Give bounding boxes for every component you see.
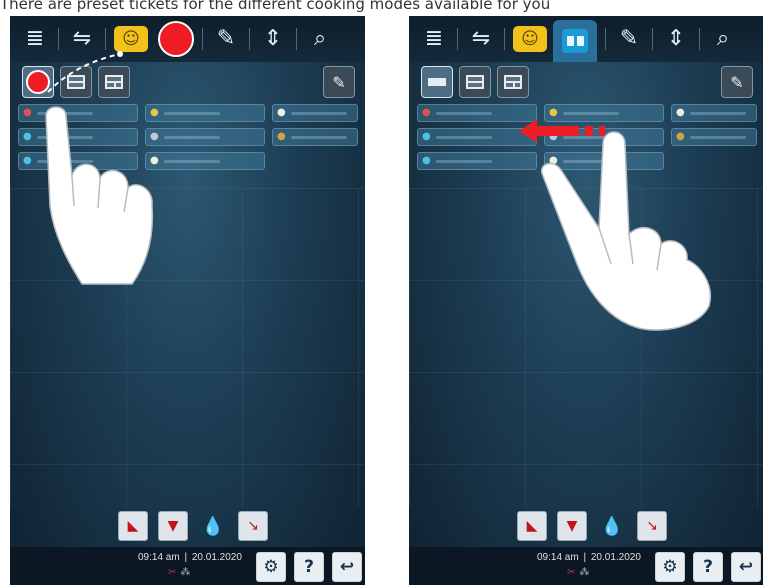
status-clock: 09:14 am | 20.01.2020 xyxy=(537,552,641,563)
humidity-icon[interactable]: 💧 xyxy=(597,511,627,541)
help-button[interactable]: ? xyxy=(693,552,723,582)
status-time: 09:14 am xyxy=(138,552,180,563)
help-button[interactable]: ? xyxy=(294,552,324,582)
filter-icon[interactable]: ⇋ xyxy=(466,24,496,54)
top-navigation-bar: ≣ ⇋ ☺ ✎ ⇕ ⌕ xyxy=(409,16,763,62)
settings-button[interactable]: ⚙ xyxy=(655,552,685,582)
divider xyxy=(202,28,203,50)
gear-icon: ⚙ xyxy=(662,557,678,577)
ticket[interactable]: ● xyxy=(272,104,358,122)
divider xyxy=(504,28,505,50)
gear-icon: ⚙ xyxy=(263,557,279,577)
divider xyxy=(699,28,700,50)
view-quad-button[interactable] xyxy=(497,66,529,98)
height-icon[interactable]: ⇕ xyxy=(258,24,288,54)
status-bar: 09:14 am | 20.01.2020 ✂ ⁂ ⚙ ? ↩ xyxy=(10,547,365,585)
settings-button[interactable]: ⚙ xyxy=(256,552,286,582)
cooking-tools-bar: ◣ ▼ 💧 ↘ xyxy=(517,511,667,541)
ticket-label-placeholder xyxy=(290,135,347,139)
divider xyxy=(249,28,250,50)
unload-button[interactable]: ↘ xyxy=(637,511,667,541)
egg-icon: ● xyxy=(277,107,286,118)
status-date: 20.01.2020 xyxy=(191,552,242,563)
swipe-hand-icon xyxy=(540,131,712,331)
meat-icon: ● xyxy=(23,107,32,118)
cooking-tools-bar: ◣ ▼ 💧 ↘ xyxy=(118,511,268,541)
ticket-label-placeholder xyxy=(163,159,220,163)
highlight-marker[interactable] xyxy=(158,21,194,57)
fan-icon: ⁂ xyxy=(180,567,191,578)
edit-icon[interactable]: ✎ xyxy=(614,24,644,54)
view-single-button[interactable] xyxy=(421,66,453,98)
search-icon[interactable]: ⌕ xyxy=(305,24,335,54)
ticket-label-placeholder xyxy=(562,111,619,115)
height-icon[interactable]: ⇕ xyxy=(661,24,691,54)
back-icon: ↩ xyxy=(339,557,355,577)
ticket[interactable]: ● xyxy=(272,128,358,146)
auto-preheat-button[interactable]: ◣ xyxy=(517,511,547,541)
status-separator: | xyxy=(583,552,587,563)
scissors-icon: ✂ xyxy=(567,567,576,578)
chef-mode-button[interactable]: ☺ xyxy=(513,26,547,52)
chef-icon: ☺ xyxy=(521,29,539,49)
fish-icon: ● xyxy=(422,155,431,166)
bakery-icon: ● xyxy=(277,131,286,142)
tab-tickets[interactable] xyxy=(553,20,597,62)
ticket-label-placeholder xyxy=(290,111,347,115)
meat-icon: ● xyxy=(422,107,431,118)
status-icons: ✂ ⁂ xyxy=(567,567,589,578)
single-view-icon xyxy=(428,78,446,86)
device-screen-left: ≣ ⇋ ☺ ✎ ⇕ ⌕ ✎ ● ● ● ● ● ● ● ● ◣ ▼ � xyxy=(10,16,365,585)
scissors-icon: ✂ xyxy=(168,567,177,578)
tickets-icon xyxy=(562,29,588,53)
status-time: 09:14 am xyxy=(537,552,579,563)
back-button[interactable]: ↩ xyxy=(332,552,362,582)
edit-button[interactable]: ✎ xyxy=(323,66,355,98)
divider xyxy=(296,28,297,50)
fish-icon: ● xyxy=(422,131,431,142)
view-switcher xyxy=(421,66,529,98)
humidity-icon[interactable]: 💧 xyxy=(198,511,228,541)
tapping-hand-icon xyxy=(45,106,154,285)
ticket[interactable]: ● xyxy=(417,152,537,170)
divider xyxy=(457,28,458,50)
device-screen-right: ≣ ⇋ ☺ ✎ ⇕ ⌕ ✎ ● ● ● ● ● ● ● ● ◣ ▼ 💧 ↘ 09… xyxy=(409,16,763,585)
fan-icon: ⁂ xyxy=(579,567,590,578)
menu-icon[interactable]: ≣ xyxy=(419,24,449,54)
ticket-label-placeholder xyxy=(689,111,746,115)
status-separator: | xyxy=(184,552,188,563)
search-icon[interactable]: ⌕ xyxy=(708,24,738,54)
instruction-caption: There are preset tickets for the differe… xyxy=(0,0,551,13)
status-date: 20.01.2020 xyxy=(590,552,641,563)
unload-button[interactable]: ↘ xyxy=(238,511,268,541)
back-icon: ↩ xyxy=(738,557,754,577)
back-button[interactable]: ↩ xyxy=(731,552,761,582)
load-button[interactable]: ▼ xyxy=(557,511,587,541)
divider xyxy=(605,28,606,50)
tap-guide-arrow xyxy=(47,51,123,93)
status-bar: 09:14 am | 20.01.2020 ✂ ⁂ ⚙ ? ↩ xyxy=(409,547,763,585)
edit-button[interactable]: ✎ xyxy=(721,66,753,98)
edit-icon[interactable]: ✎ xyxy=(211,24,241,54)
status-clock: 09:14 am | 20.01.2020 xyxy=(138,552,242,563)
ticket[interactable]: ● xyxy=(671,104,757,122)
auto-preheat-button[interactable]: ◣ xyxy=(118,511,148,541)
split-view-icon xyxy=(466,75,484,89)
quad-view-icon xyxy=(504,75,522,89)
load-button[interactable]: ▼ xyxy=(158,511,188,541)
fish-icon: ● xyxy=(23,131,32,142)
ticket-label-placeholder xyxy=(435,159,492,163)
status-icons: ✂ ⁂ xyxy=(168,567,190,578)
ticket-label-placeholder xyxy=(435,111,492,115)
ticket-label-placeholder xyxy=(163,111,220,115)
view-split-button[interactable] xyxy=(459,66,491,98)
divider xyxy=(652,28,653,50)
ticket-label-placeholder xyxy=(163,135,220,139)
egg-icon: ● xyxy=(676,107,685,118)
ticket-label-placeholder xyxy=(435,135,492,139)
fish-icon: ● xyxy=(23,155,32,166)
